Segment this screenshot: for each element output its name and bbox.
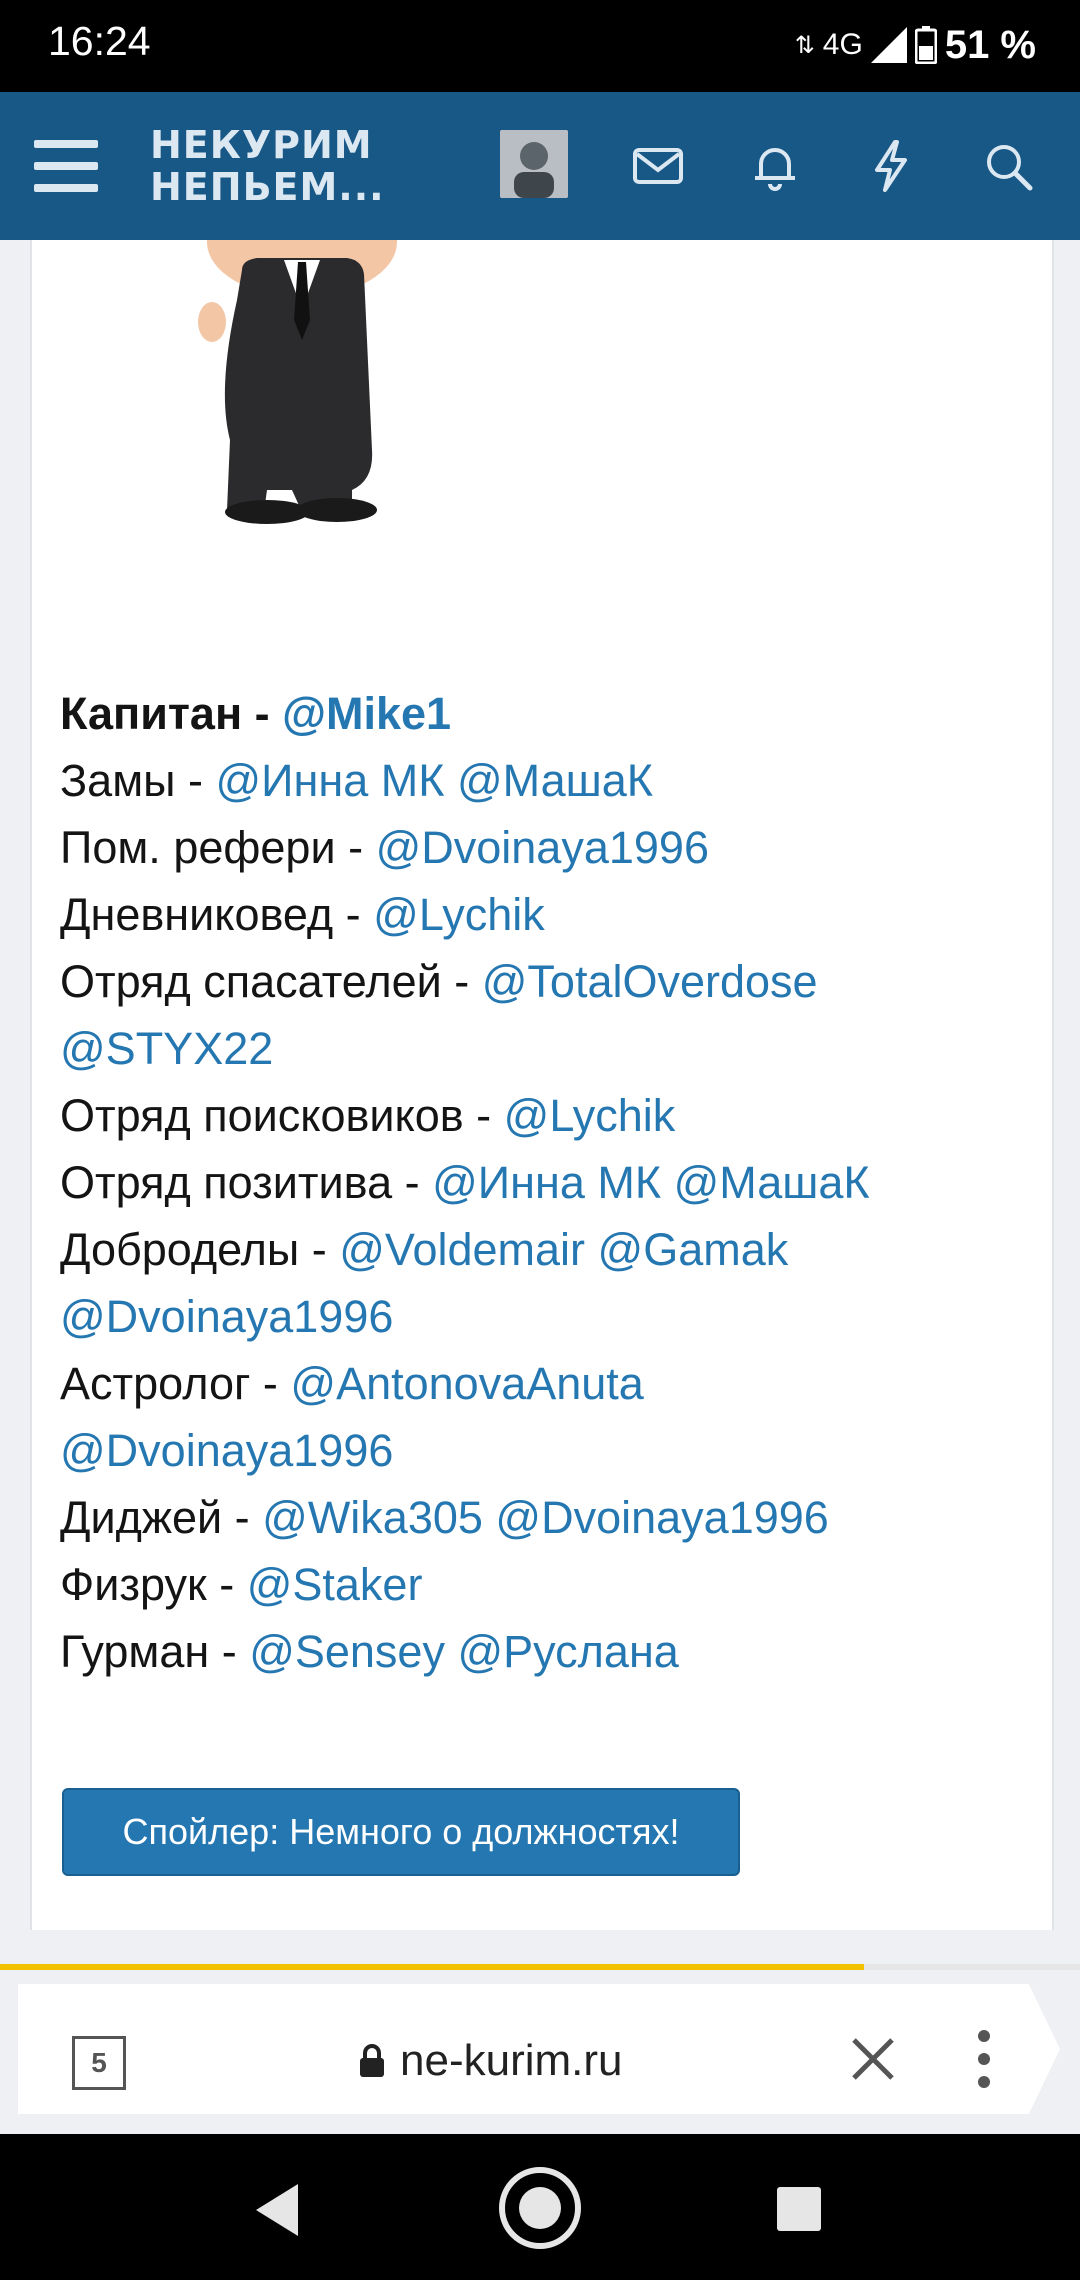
user-mention[interactable]: @Staker xyxy=(247,1559,423,1610)
mail-icon[interactable] xyxy=(630,138,686,194)
user-mention[interactable]: @Dvoinaya1996 xyxy=(60,1291,393,1342)
url-bar[interactable]: 5 ne-kurim.ru xyxy=(18,1984,1060,2114)
logo-line-1: НЕКУРИМ xyxy=(150,123,373,167)
user-mention[interactable]: @Dvoinaya1996 xyxy=(376,822,709,873)
role-label: Физрук - xyxy=(60,1559,247,1610)
post-card: Капитан - @Mike1 Замы - @Инна МК @МашаК … xyxy=(30,187,1054,1930)
user-mention[interactable]: @Руслана xyxy=(457,1626,678,1677)
logo-line-2: НЕПЬЕМ... xyxy=(150,165,385,209)
role-line: Дневниковед - @Lychik xyxy=(60,881,1020,948)
spoiler-button[interactable]: Спойлер: Немного о должностях! xyxy=(62,1788,740,1876)
user-mention[interactable]: @Lychik xyxy=(373,889,545,940)
post-image xyxy=(52,187,612,600)
role-line-continued: @Dvoinaya1996 xyxy=(60,1283,1020,1350)
user-mention[interactable]: @Lychik xyxy=(504,1090,676,1141)
user-mention[interactable]: @Sensey xyxy=(249,1626,445,1677)
role-label: Отряд поисковиков - xyxy=(60,1090,504,1141)
role-label: Отряд позитива - xyxy=(60,1157,433,1208)
role-line: Замы - @Инна МК @МашаК xyxy=(60,747,1020,814)
role-line: Доброделы - @Voldemair @Gamak xyxy=(60,1216,1020,1283)
role-label: Доброделы - xyxy=(60,1224,340,1275)
user-avatar[interactable] xyxy=(500,130,568,198)
browser-toolbar: 5 ne-kurim.ru xyxy=(0,1970,1080,2134)
role-label: Диджей - xyxy=(60,1492,263,1543)
role-label: Капитан - xyxy=(60,688,283,739)
more-options-icon[interactable] xyxy=(974,2026,994,2092)
avatar-image-icon xyxy=(500,130,568,198)
battery-icon xyxy=(914,26,937,64)
lightning-icon[interactable] xyxy=(863,138,919,194)
role-line: Гурман - @Sensey @Руслана xyxy=(60,1618,1020,1685)
role-line: Отряд спасателей - @TotalOverdose xyxy=(60,948,1020,1015)
user-mention[interactable]: @TotalOverdose xyxy=(482,956,818,1007)
user-mention[interactable]: @Mike1 xyxy=(282,688,451,739)
role-line-continued: @Dvoinaya1996 xyxy=(60,1417,1020,1484)
status-time: 16:24 xyxy=(48,18,151,64)
user-mention[interactable]: @Gamak xyxy=(598,1224,789,1275)
user-mention[interactable]: @STYX22 xyxy=(60,1023,273,1074)
bell-icon[interactable] xyxy=(747,138,803,194)
url-display[interactable]: ne-kurim.ru xyxy=(358,2036,623,2086)
system-navigation-bar xyxy=(0,2134,1080,2280)
role-label: Дневниковед - xyxy=(60,889,374,940)
role-line: Пом. рефери - @Dvoinaya1996 xyxy=(60,814,1020,881)
user-mention[interactable]: @Инна МК xyxy=(215,755,444,806)
role-line-continued: @STYX22 xyxy=(60,1015,1020,1082)
user-mention[interactable]: @Dvoinaya1996 xyxy=(495,1492,828,1543)
data-arrows-icon: ⇅ xyxy=(794,31,815,59)
user-mention[interactable]: @МашаК xyxy=(674,1157,870,1208)
search-icon[interactable] xyxy=(980,138,1036,194)
site-logo[interactable]: НЕКУРИМ НЕПЬЕМ... xyxy=(150,124,385,208)
site-header: НЕКУРИМ НЕПЬЕМ... xyxy=(0,92,1080,240)
url-text: ne-kurim.ru xyxy=(400,2036,623,2085)
menu-icon[interactable] xyxy=(34,138,98,194)
boss-baby-image-icon xyxy=(198,187,397,524)
home-icon[interactable] xyxy=(496,2164,584,2252)
role-list: Капитан - @Mike1 Замы - @Инна МК @МашаК … xyxy=(60,680,1020,1685)
status-indicators: ⇅ 4G 51 % xyxy=(795,14,1036,76)
user-mention[interactable]: @Wika305 xyxy=(262,1492,483,1543)
close-icon[interactable] xyxy=(848,2034,898,2084)
role-line: Физрук - @Staker xyxy=(60,1551,1020,1618)
user-mention[interactable]: @Инна МК xyxy=(432,1157,661,1208)
role-label: Пом. рефери - xyxy=(60,822,376,873)
role-label: Отряд спасателей - xyxy=(60,956,482,1007)
lock-icon xyxy=(360,2044,384,2077)
recents-icon[interactable] xyxy=(774,2184,824,2234)
user-mention[interactable]: @Dvoinaya1996 xyxy=(60,1425,393,1476)
network-type: 4G xyxy=(822,28,863,61)
role-line: Диджей - @Wika305 @Dvoinaya1996 xyxy=(60,1484,1020,1551)
role-line: Отряд поисковиков - @Lychik xyxy=(60,1082,1020,1149)
role-label: Замы - xyxy=(60,755,216,806)
role-line: Астролог - @AntonovaAnuta xyxy=(60,1350,1020,1417)
battery-level: 51 % xyxy=(944,22,1036,67)
role-line: Отряд позитива - @Инна МК @МашаК xyxy=(60,1149,1020,1216)
user-mention[interactable]: @Voldemair xyxy=(339,1224,585,1275)
role-label: Гурман - xyxy=(60,1626,250,1677)
role-line: Капитан - @Mike1 xyxy=(60,680,1020,747)
user-mention[interactable]: @AntonovaAnuta xyxy=(290,1358,643,1409)
user-mention[interactable]: @МашаК xyxy=(457,755,653,806)
status-bar: 16:24 ⇅ 4G 51 % xyxy=(0,0,1080,92)
signal-icon xyxy=(870,27,907,63)
back-icon[interactable] xyxy=(252,2182,302,2238)
role-label: Астролог - xyxy=(60,1358,291,1409)
tab-switcher-button[interactable]: 5 xyxy=(72,2036,126,2090)
